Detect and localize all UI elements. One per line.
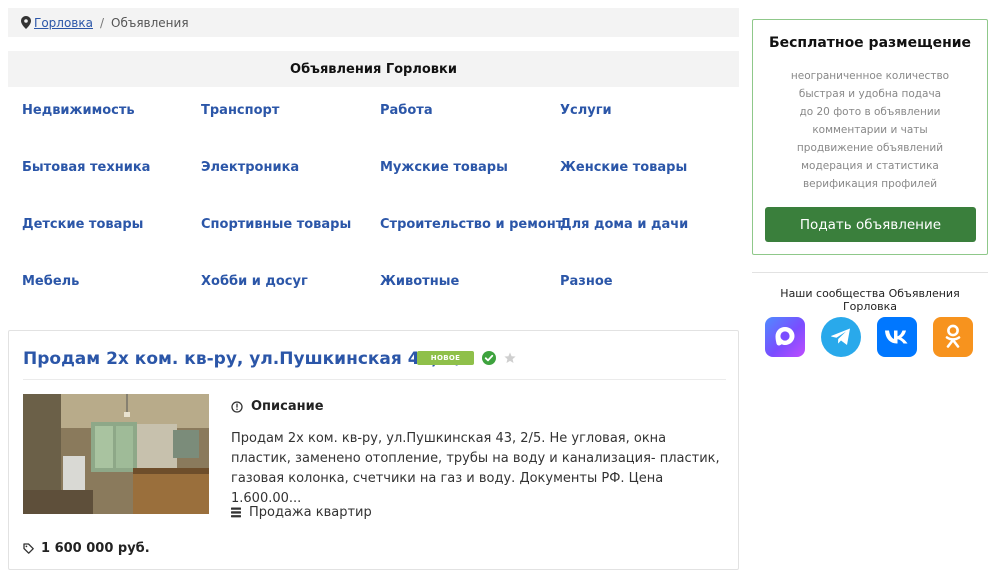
listing-divider — [23, 379, 726, 380]
category-link-electronics[interactable]: Электроника — [201, 160, 299, 175]
category-link-hobbies[interactable]: Хобби и досуг — [201, 274, 308, 289]
feature-item: верификация профилей — [802, 178, 938, 190]
listing-price-value: 1 600 000 руб. — [41, 541, 150, 556]
listing-title-link[interactable]: Продам 2х ком. кв-ру, ул.Пушкинская 43, … — [23, 349, 474, 369]
listing-description: Продам 2х ком. кв-ру, ул.Пушкинская 43, … — [231, 431, 720, 506]
listing-category: Продажа квартир — [231, 505, 372, 520]
info-icon — [231, 400, 243, 413]
feature-item: модерация и статистика — [801, 160, 939, 172]
category-link-transport[interactable]: Транспорт — [201, 103, 279, 118]
listing-price: 1 600 000 руб. — [23, 541, 150, 556]
description-heading: Описание — [231, 399, 324, 414]
category-link-furniture[interactable]: Мебель — [22, 274, 79, 289]
listing-category-label: Продажа квартир — [249, 505, 372, 520]
free-posting-box: Бесплатное размещение неограниченное кол… — [752, 19, 988, 255]
listing-photo[interactable] — [23, 394, 209, 514]
category-link-work[interactable]: Работа — [380, 103, 433, 118]
feature-item: продвижение объявлений — [796, 142, 944, 154]
breadcrumb-current: Объявления — [111, 15, 189, 30]
breadcrumb: Горловка / Объявления — [8, 8, 739, 37]
telegram-icon[interactable] — [821, 317, 861, 357]
category-link-animals[interactable]: Животные — [380, 274, 459, 289]
favorite-star-icon[interactable] — [504, 352, 516, 364]
category-link-real-estate[interactable]: Недвижимость — [22, 103, 135, 118]
category-link-construction[interactable]: Строительство и ремонт — [380, 217, 563, 232]
category-link-misc[interactable]: Разное — [560, 274, 613, 289]
category-link-services[interactable]: Услуги — [560, 103, 612, 118]
price-tag-icon — [23, 543, 34, 554]
verified-check-icon — [482, 351, 496, 365]
categories-grid: Недвижимость Транспорт Работа Услуги Быт… — [22, 98, 742, 298]
free-posting-features: неограниченное количество быстрая и удоб… — [753, 67, 987, 193]
max-icon[interactable] — [765, 317, 805, 357]
odnoklassniki-icon[interactable] — [933, 317, 973, 357]
feature-item: до 20 фото в объявлении — [799, 106, 941, 118]
location-pin-icon — [21, 16, 31, 29]
breadcrumb-separator: / — [99, 15, 105, 30]
sidebar-divider — [752, 272, 988, 273]
free-posting-title: Бесплатное размещение — [768, 35, 972, 51]
category-link-kids-goods[interactable]: Детские товары — [22, 217, 143, 232]
feature-item: комментарии и чаты — [812, 124, 928, 136]
breadcrumb-city-link[interactable]: Горловка — [34, 16, 93, 30]
category-link-appliances[interactable]: Бытовая техника — [22, 160, 150, 175]
categories-heading: Объявления Горловки — [8, 51, 739, 87]
listing-card: Продам 2х ком. кв-ру, ул.Пушкинская 43, … — [8, 330, 739, 570]
list-icon — [231, 507, 241, 518]
feature-item: быстрая и удобна подача — [798, 88, 942, 100]
communities-label: Наши сообщества Объявления Горловка — [780, 287, 960, 313]
vk-icon[interactable] — [877, 317, 917, 357]
post-ad-button[interactable]: Подать объявление — [765, 207, 976, 242]
category-link-sports-goods[interactable]: Спортивные товары — [201, 217, 351, 232]
new-badge: НОВОЕ — [417, 351, 474, 365]
description-label: Описание — [251, 399, 324, 414]
category-link-mens-goods[interactable]: Мужские товары — [380, 160, 508, 175]
category-link-home-garden[interactable]: Для дома и дачи — [560, 217, 688, 232]
feature-item: неограниченное количество — [790, 70, 950, 82]
category-link-womens-goods[interactable]: Женские товары — [560, 160, 687, 175]
